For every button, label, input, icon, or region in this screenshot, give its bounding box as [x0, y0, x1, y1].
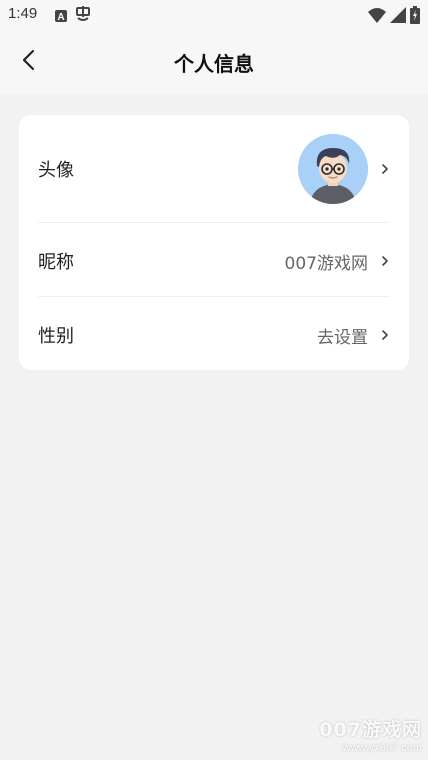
divider — [38, 222, 390, 223]
notification-app-icon — [75, 6, 91, 26]
nav-bar: 个人信息 — [0, 30, 428, 94]
avatar[interactable] — [298, 134, 368, 204]
svg-text:A: A — [57, 12, 64, 22]
divider — [38, 296, 390, 297]
battery-icon — [410, 6, 420, 28]
page-title: 个人信息 — [174, 52, 254, 76]
nickname-value: 007游戏网 — [284, 253, 368, 274]
status-bar: 1:49 A — [0, 0, 428, 30]
chevron-right-icon — [380, 254, 390, 268]
status-left-icons: A — [55, 6, 91, 26]
watermark-main: 007游戏网 — [319, 719, 422, 741]
gender-row[interactable]: 性别 去设置 — [38, 315, 390, 355]
watermark-sub: www.yx007.com — [342, 742, 422, 754]
status-right-icons — [368, 6, 420, 28]
profile-card: 头像 昵称 007游戏网 性别 去设置 — [19, 115, 409, 370]
avatar-row[interactable]: 头像 — [38, 134, 390, 204]
gender-label: 性别 — [38, 326, 74, 347]
watermark: 007游戏网 www.yx007.com — [319, 715, 422, 754]
avatar-label: 头像 — [38, 160, 74, 181]
chevron-right-icon — [380, 328, 390, 342]
nickname-label: 昵称 — [38, 252, 74, 273]
chevron-right-icon — [380, 162, 390, 176]
nickname-row[interactable]: 昵称 007游戏网 — [38, 241, 390, 281]
signal-icon — [390, 7, 406, 27]
wifi-icon — [368, 7, 386, 27]
gender-value: 去设置 — [317, 327, 368, 348]
status-time: 1:49 — [8, 5, 38, 22]
a-badge-icon: A — [55, 7, 67, 26]
